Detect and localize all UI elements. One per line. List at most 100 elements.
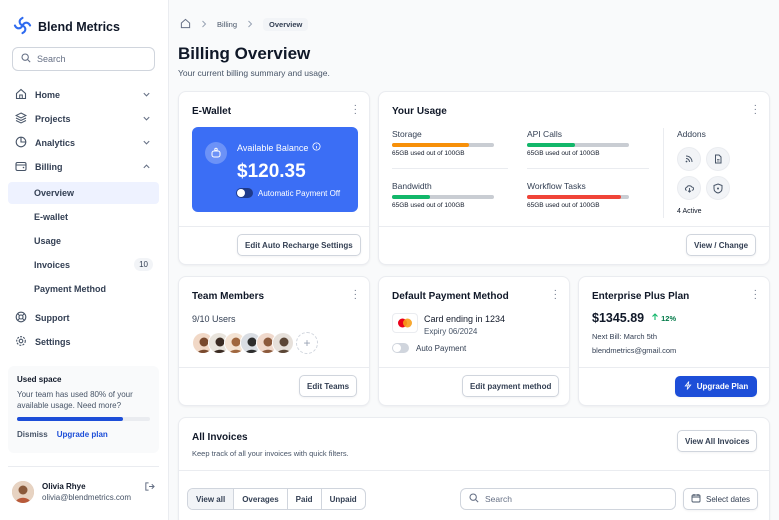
upgrade-plan-link[interactable]: Upgrade plan	[57, 430, 108, 439]
more-vertical-icon[interactable]: · · ·	[554, 286, 557, 304]
edit-payment-method-button[interactable]: Edit payment method	[462, 375, 560, 397]
automatic-payment-toggle[interactable]	[236, 188, 253, 198]
chevron-right-icon	[247, 20, 253, 30]
sidebar-subitem-ewallet[interactable]: E-wallet	[8, 206, 159, 228]
usage-label: API Calls	[527, 129, 562, 139]
logout-icon[interactable]	[144, 481, 155, 494]
automatic-payment-label: Automatic Payment Off	[258, 188, 341, 198]
edit-teams-button[interactable]: Edit Teams	[299, 375, 358, 397]
chevron-right-icon	[201, 20, 207, 30]
usage-bar	[527, 195, 629, 199]
usage-label: Workflow Tasks	[527, 181, 586, 191]
sidebar-item-home[interactable]: Home	[8, 84, 159, 106]
brand-name: Blend Metrics	[38, 19, 120, 34]
usage-card: Your Usage · · · Storage 65GB used out of …	[378, 91, 770, 265]
more-vertical-icon[interactable]: · · ·	[354, 101, 357, 119]
pie-chart-icon	[15, 136, 27, 150]
payment-method-title: Default Payment Method	[392, 291, 509, 302]
sidebar-item-label: Projects	[35, 114, 71, 124]
used-space-progress-fill	[17, 417, 124, 421]
usage-bar	[527, 143, 629, 147]
usage-item-storage: Storage 65GB used out of 100GB	[392, 129, 494, 157]
cloud-download-icon[interactable]	[677, 176, 701, 200]
page-title: Billing Overview	[178, 44, 311, 63]
divider	[392, 168, 508, 169]
team-members-title: Team Members	[192, 291, 265, 302]
team-member-avatar[interactable]	[272, 332, 294, 354]
sidebar-subitem-overview[interactable]: Overview	[8, 182, 159, 204]
main-content: Billing Overview Billing Overview Your c…	[170, 0, 779, 520]
add-member-button[interactable]: +	[296, 332, 318, 354]
sidebar-item-label: Settings	[35, 337, 71, 347]
upgrade-plan-button[interactable]: Upgrade Plan	[675, 376, 757, 397]
divider	[663, 128, 664, 218]
search-icon	[469, 493, 479, 505]
usage-note: 65GB used out of 100GB	[527, 202, 600, 209]
sidebar-search-input[interactable]: Search	[12, 47, 155, 71]
chevron-up-icon	[142, 162, 151, 173]
invoice-search-placeholder: Search	[485, 494, 512, 504]
usage-bar-fill	[527, 195, 621, 199]
info-icon[interactable]	[312, 142, 321, 153]
arrow-up-icon	[651, 313, 659, 323]
sidebar-item-billing[interactable]: Billing	[8, 156, 159, 178]
breadcrumb-overview[interactable]: Overview	[263, 18, 309, 31]
lightning-icon	[684, 381, 692, 392]
page-subtitle: Your current billing summary and usage.	[178, 68, 330, 78]
sidebar-item-label: Home	[35, 90, 61, 100]
rss-icon[interactable]	[677, 147, 701, 171]
usage-note: 65GB used out of 100GB	[527, 150, 600, 157]
usage-item-bandwidth: Bandwidth 65GB used out of 100GB	[392, 181, 494, 209]
wallet-icon	[15, 160, 27, 174]
user-profile[interactable]: Olivia Rhye olivia@blendmetrics.com	[12, 481, 131, 503]
wallet-balance: $120.35	[237, 161, 306, 182]
breadcrumb-billing[interactable]: Billing	[217, 20, 237, 29]
sidebar-item-projects[interactable]: Projects	[8, 108, 159, 130]
sidebar: Blend Metrics Search Home Projects Analy…	[0, 0, 169, 520]
document-icon[interactable]	[706, 147, 730, 171]
usage-bar-fill	[392, 195, 430, 199]
edit-auto-recharge-button[interactable]: Edit Auto Recharge Settings	[237, 234, 361, 256]
sidebar-subitem-payment-method[interactable]: Payment Method	[8, 278, 159, 300]
gear-icon	[15, 335, 27, 349]
usage-title: Your Usage	[392, 106, 447, 117]
select-dates-button[interactable]: Select dates	[683, 488, 759, 510]
sidebar-item-analytics[interactable]: Analytics	[8, 132, 159, 154]
tab-paid[interactable]: Paid	[288, 489, 322, 509]
sidebar-subitem-invoices[interactable]: Invoices 10	[8, 254, 159, 276]
team-user-count: 9/10 Users	[192, 314, 236, 324]
dismiss-link[interactable]: Dismiss	[17, 430, 48, 439]
more-vertical-icon[interactable]: · · ·	[754, 286, 757, 304]
piggy-bank-icon	[205, 142, 227, 164]
usage-label: Bandwidth	[392, 181, 432, 191]
view-all-invoices-button[interactable]: View All Invoices	[677, 430, 758, 452]
sidebar-subitem-usage[interactable]: Usage	[8, 230, 159, 252]
invoice-search-input[interactable]: Search	[460, 488, 676, 510]
home-icon[interactable]	[180, 18, 191, 31]
addons-label: Addons	[677, 129, 706, 139]
addons-active-count: 4 Active	[677, 208, 702, 215]
brand[interactable]: Blend Metrics	[13, 16, 120, 37]
view-change-button[interactable]: View / Change	[686, 234, 757, 256]
divider	[179, 367, 369, 368]
divider	[379, 367, 569, 368]
tab-unpaid[interactable]: Unpaid	[322, 489, 365, 509]
wallet-balance-panel: Available Balance $120.35 Automatic Paym…	[192, 127, 358, 212]
plan-card: Enterprise Plus Plan · · · $1345.89 12% Ne…	[578, 276, 770, 406]
tab-overages[interactable]: Overages	[234, 489, 288, 509]
blend-metrics-logo-icon	[13, 16, 32, 37]
chevron-down-icon	[142, 90, 151, 101]
payment-method-card: Default Payment Method · · · Card ending i…	[378, 276, 570, 406]
usage-item-api-calls: API Calls 65GB used out of 100GB	[527, 129, 629, 157]
more-vertical-icon[interactable]: · · ·	[354, 286, 357, 304]
sidebar-item-settings[interactable]: Settings	[8, 331, 159, 353]
auto-payment-row: Auto Payment	[392, 343, 466, 353]
plan-price: $1345.89	[592, 311, 645, 325]
more-vertical-icon[interactable]: · · ·	[754, 101, 757, 119]
shield-icon[interactable]	[706, 176, 730, 200]
mastercard-icon	[392, 313, 418, 333]
auto-payment-toggle[interactable]	[392, 343, 409, 353]
sidebar-item-support[interactable]: Support	[8, 307, 159, 329]
tab-view-all[interactable]: View all	[188, 489, 235, 509]
plan-next-bill: Next Bill: March 5th	[592, 332, 658, 341]
